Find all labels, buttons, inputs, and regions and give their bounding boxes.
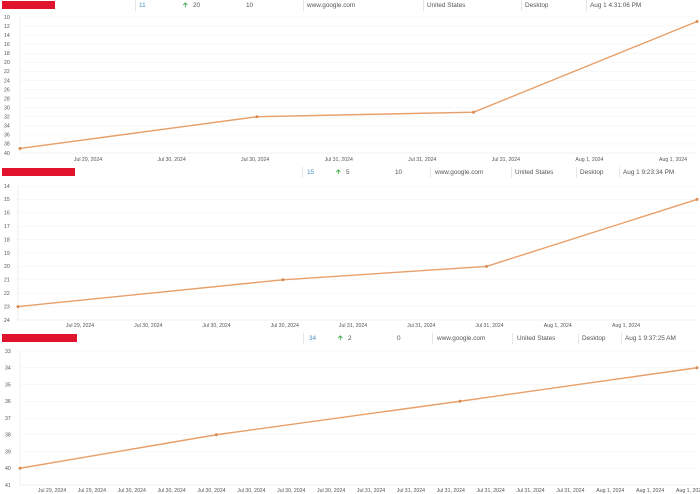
x-tick-label: Aug 1, 2024 [636, 488, 664, 494]
x-tick-label: Jul 30, 2024 [277, 488, 305, 494]
data-point [255, 115, 259, 119]
y-tick-label: 24 [4, 78, 10, 84]
y-tick-label: 16 [4, 42, 10, 48]
x-tick-label: Jul 30, 2024 [157, 157, 185, 163]
y-tick-label: 15 [4, 197, 10, 203]
y-tick-label: 38 [5, 433, 11, 439]
y-tick-label: 30 [4, 105, 10, 111]
x-tick-label: Jul 31, 2024 [556, 488, 584, 494]
data-point [458, 399, 462, 403]
y-tick-label: 32 [4, 115, 10, 121]
x-tick-label: Jul 31, 2024 [437, 488, 465, 494]
rank-chart-1: 10 12 14 16 18 20 22 24 26 28 30 32 34 36 38 40 Jul 29, … [4, 15, 699, 163]
x-tick-label: Jul 30, 2024 [202, 323, 230, 329]
x-tick-label: Jul 31, 2024 [397, 488, 425, 494]
rank-chart-2: 14 15 16 17 18 19 20 21 22 23 24 Jul 29, 2024 Jul 30… [4, 184, 699, 329]
x-tick-label: Jul 31, 2024 [408, 157, 436, 163]
x-tick-label: Jul 29, 2024 [66, 323, 94, 329]
y-tick-label: 10 [4, 15, 10, 21]
y-tick-label: 20 [4, 264, 10, 270]
data-point [695, 366, 699, 370]
x-tick-label: Jul 30, 2024 [237, 488, 265, 494]
data-point [472, 110, 476, 114]
y-tick-label: 19 [4, 251, 10, 257]
y-tick-label: 41 [5, 483, 11, 489]
y-tick-label: 18 [4, 51, 10, 57]
data-point [214, 433, 218, 437]
x-tick-label: Jul 31, 2024 [475, 323, 503, 329]
data-point [485, 264, 489, 268]
y-tick-label: 38 [4, 142, 10, 148]
x-tick-label: Jul 30, 2024 [118, 488, 146, 494]
x-tick-label: Jul 30, 2024 [317, 488, 345, 494]
x-tick-label: Aug 1, 2024 [659, 157, 687, 163]
y-tick-label: 20 [4, 60, 10, 66]
y-tick-label: 37 [5, 416, 11, 422]
y-tick-label: 14 [4, 184, 10, 190]
x-tick-label: Jul 31, 2024 [339, 323, 367, 329]
y-tick-label: 22 [4, 69, 10, 75]
y-tick-label: 26 [4, 87, 10, 93]
y-tick-label: 34 [4, 124, 10, 130]
rank-chart-3: 33 34 35 36 37 38 39 40 41 Jul 29, 2024 Jul 29, 20… [5, 349, 700, 494]
y-tick-label: 12 [4, 24, 10, 30]
y-tick-label: 24 [4, 318, 10, 324]
data-point [695, 20, 699, 24]
x-tick-label: Aug 1, 2024 [612, 323, 640, 329]
y-tick-label: 16 [4, 211, 10, 217]
x-tick-label: Jul 31, 2024 [325, 157, 353, 163]
x-tick-label: Jul 31, 2024 [407, 323, 435, 329]
y-tick-label: 36 [4, 133, 10, 139]
y-tick-label: 23 [4, 304, 10, 310]
y-tick-label: 35 [5, 382, 11, 388]
data-point [281, 278, 285, 282]
x-tick-label: Aug 1, 2024 [544, 323, 572, 329]
data-point [18, 466, 22, 470]
y-tick-label: 34 [5, 366, 11, 372]
y-tick-label: 33 [5, 349, 11, 355]
y-tick-label: 40 [4, 151, 10, 157]
x-tick-label: Jul 30, 2024 [157, 488, 185, 494]
y-tick-label: 28 [4, 96, 10, 102]
data-point [16, 305, 20, 309]
y-tick-label: 22 [4, 291, 10, 297]
y-tick-label: 39 [5, 449, 11, 455]
x-tick-label: Jul 31, 2024 [357, 488, 385, 494]
data-point [695, 197, 699, 201]
x-tick-label: Jul 29, 2024 [38, 488, 66, 494]
x-tick-label: Jul 31, 2024 [492, 157, 520, 163]
x-tick-label: Jul 29, 2024 [74, 157, 102, 163]
rank-series-line [19, 20, 698, 150]
x-tick-label: Jul 31, 2024 [476, 488, 504, 494]
x-tick-label: Jul 30, 2024 [134, 323, 162, 329]
x-tick-label: Jul 30, 2024 [271, 323, 299, 329]
x-tick-label: Jul 31, 2024 [516, 488, 544, 494]
x-tick-label: Jul 29, 2024 [78, 488, 106, 494]
x-tick-label: Aug 1, 2024 [575, 157, 603, 163]
x-tick-label: Jul 30, 2024 [197, 488, 225, 494]
y-tick-label: 18 [4, 237, 10, 243]
y-tick-label: 40 [5, 466, 11, 472]
y-tick-label: 36 [5, 399, 11, 405]
x-tick-label: Aug 1, 2024 [596, 488, 624, 494]
y-tick-label: 21 [4, 278, 10, 284]
data-point [18, 146, 22, 150]
x-tick-label: Jul 30, 2024 [241, 157, 269, 163]
y-tick-label: 14 [4, 33, 10, 39]
x-tick-label: Aug 1, 2024 [676, 488, 700, 494]
y-tick-label: 17 [4, 224, 10, 230]
